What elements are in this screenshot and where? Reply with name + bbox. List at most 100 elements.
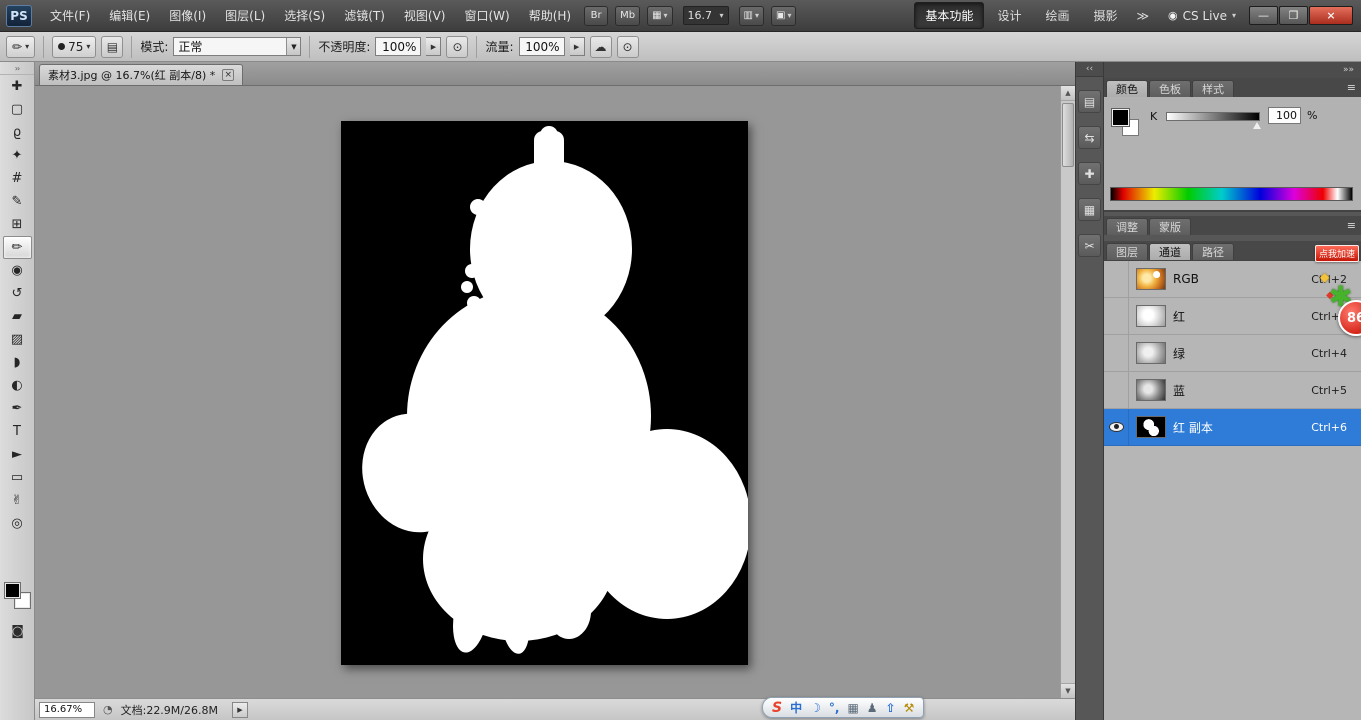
workspace-essentials[interactable]: 基本功能 bbox=[914, 2, 984, 29]
visibility-toggle[interactable] bbox=[1104, 372, 1129, 408]
channel-row-green[interactable]: 绿 Ctrl+4 bbox=[1104, 335, 1361, 372]
menu-window[interactable]: 窗口(W) bbox=[455, 0, 518, 32]
workspace-painting[interactable]: 绘画 bbox=[1034, 2, 1080, 29]
tool-preset-picker[interactable]: ✏ ▾ bbox=[6, 36, 35, 58]
arrange-documents-button[interactable]: ▦ ▾ bbox=[647, 6, 672, 26]
scrollbar-thumb[interactable] bbox=[1062, 103, 1074, 167]
opacity-field[interactable]: 100% bbox=[375, 37, 421, 56]
workspace-photography[interactable]: 摄影 bbox=[1082, 2, 1128, 29]
menu-help[interactable]: 帮助(H) bbox=[520, 0, 580, 32]
tools-panel-collapse-button[interactable]: ›› bbox=[0, 62, 34, 75]
crop-tool[interactable]: # bbox=[3, 167, 32, 190]
airbrush-toggle[interactable]: ☁ bbox=[590, 36, 612, 58]
tab-channels[interactable]: 通道 bbox=[1149, 243, 1191, 260]
sogou-logo-icon[interactable]: S bbox=[772, 700, 782, 716]
visibility-toggle[interactable] bbox=[1104, 409, 1129, 445]
workspace-overflow-button[interactable]: ≫ bbox=[1130, 9, 1155, 23]
cs-live-button[interactable]: ◉ CS Live ▾ bbox=[1168, 9, 1236, 23]
tab-styles[interactable]: 样式 bbox=[1192, 80, 1234, 97]
tab-swatches[interactable]: 色板 bbox=[1149, 80, 1191, 97]
brush-tool[interactable]: ✏ bbox=[3, 236, 32, 259]
opacity-stepper[interactable]: ▶ bbox=[426, 37, 441, 56]
rectangular-marquee-tool[interactable]: ▢ bbox=[3, 98, 32, 121]
soft-keyboard-icon[interactable]: ▦ bbox=[847, 701, 858, 715]
menu-file[interactable]: 文件(F) bbox=[41, 0, 99, 32]
restore-button[interactable]: ❐ bbox=[1279, 6, 1308, 25]
swap-arrows-panel-icon[interactable]: ⇆ bbox=[1078, 126, 1101, 149]
path-selection-tool[interactable]: ► bbox=[3, 443, 32, 466]
flow-field[interactable]: 100% bbox=[519, 37, 565, 56]
screen-mode-button[interactable]: ▣ ▾ bbox=[771, 6, 796, 26]
menu-layer[interactable]: 图层(L) bbox=[216, 0, 274, 32]
type-tool[interactable]: T bbox=[3, 420, 32, 443]
channel-row-red[interactable]: 红 Ctrl+3 bbox=[1104, 298, 1361, 335]
canvas-area[interactable]: ▲ ▼ bbox=[35, 86, 1075, 698]
close-button[interactable]: × bbox=[1309, 6, 1353, 25]
channel-row-red-copy[interactable]: 红 副本 Ctrl+6 bbox=[1104, 409, 1361, 446]
tab-adjustments[interactable]: 调整 bbox=[1106, 218, 1148, 235]
menu-image[interactable]: 图像(I) bbox=[160, 0, 215, 32]
flow-stepper[interactable]: ▶ bbox=[570, 37, 585, 56]
flow-pressure-toggle[interactable]: ⊙ bbox=[617, 36, 639, 58]
expand-dock-button[interactable]: ‹‹ bbox=[1076, 62, 1103, 77]
vertical-scrollbar[interactable]: ▲ ▼ bbox=[1060, 86, 1075, 698]
clone-stamp-tool[interactable]: ◉ bbox=[3, 259, 32, 282]
full-half-width-icon[interactable]: ☽ bbox=[810, 701, 821, 715]
menu-view[interactable]: 视图(V) bbox=[395, 0, 455, 32]
zoom-level-field[interactable]: 16.7 ▾ bbox=[683, 6, 729, 25]
status-flyout-button[interactable]: ▶ bbox=[232, 702, 248, 718]
document-tab[interactable]: 素材3.jpg @ 16.7%(红 副本/8) * × bbox=[39, 64, 243, 85]
tab-color[interactable]: 颜色 bbox=[1106, 80, 1148, 97]
k-slider-track[interactable] bbox=[1166, 112, 1260, 121]
healing-brush-tool[interactable]: ⊞ bbox=[3, 213, 32, 236]
scissors-panel-icon[interactable]: ✂ bbox=[1078, 234, 1101, 257]
gradient-tool[interactable]: ▨ bbox=[3, 328, 32, 351]
menu-edit[interactable]: 编辑(E) bbox=[100, 0, 159, 32]
dodge-tool[interactable]: ◐ bbox=[3, 374, 32, 397]
quick-selection-tool[interactable]: ✦ bbox=[3, 144, 32, 167]
panel-menu-icon[interactable]: ≡ bbox=[1347, 82, 1356, 93]
blend-mode-select[interactable]: 正常 ▼ bbox=[173, 37, 301, 56]
chinese-english-toggle-icon[interactable]: 中 bbox=[790, 699, 802, 716]
history-brush-tool[interactable]: ↺ bbox=[3, 282, 32, 305]
hand-tool[interactable]: ✌ bbox=[3, 489, 32, 512]
opacity-pressure-toggle[interactable]: ⊙ bbox=[446, 36, 468, 58]
adjustment-panel-icon[interactable]: ✚ bbox=[1078, 162, 1101, 185]
foreground-color-swatch[interactable] bbox=[1112, 109, 1129, 126]
pen-tool[interactable]: ✒ bbox=[3, 397, 32, 420]
close-icon[interactable]: × bbox=[222, 69, 234, 81]
workspace-design[interactable]: 设计 bbox=[986, 2, 1032, 29]
histogram-panel-icon[interactable]: ▦ bbox=[1078, 198, 1101, 221]
grid-panel-icon[interactable]: ▤ bbox=[1078, 90, 1101, 113]
scroll-down-icon[interactable]: ▼ bbox=[1061, 683, 1075, 698]
clipboard-icon[interactable]: ♟ bbox=[867, 701, 878, 715]
visibility-toggle[interactable] bbox=[1104, 298, 1129, 334]
lasso-tool[interactable]: ϱ bbox=[3, 121, 32, 144]
quick-mask-button[interactable]: ◙ bbox=[4, 620, 31, 642]
tab-paths[interactable]: 路径 bbox=[1192, 243, 1234, 260]
visibility-toggle[interactable] bbox=[1104, 335, 1129, 371]
promo-accelerate-tag[interactable]: 点我加速 bbox=[1315, 245, 1359, 262]
tab-layers[interactable]: 图层 bbox=[1106, 243, 1148, 260]
move-tool[interactable]: ✚ bbox=[3, 75, 32, 98]
launch-bridge-button[interactable]: Br bbox=[584, 6, 608, 26]
scroll-up-icon[interactable]: ▲ bbox=[1061, 86, 1075, 101]
zoom-tool[interactable]: ◎ bbox=[3, 512, 32, 535]
shape-tool[interactable]: ▭ bbox=[3, 466, 32, 489]
visibility-toggle[interactable] bbox=[1104, 261, 1129, 297]
minimize-button[interactable]: — bbox=[1249, 6, 1278, 25]
tab-masks[interactable]: 蒙版 bbox=[1149, 218, 1191, 235]
k-value-field[interactable]: 100 bbox=[1268, 107, 1301, 124]
brush-size-picker[interactable]: 75 ▾ bbox=[52, 36, 96, 58]
foreground-color-swatch[interactable] bbox=[4, 582, 21, 599]
toolbox-icon[interactable]: ⇧ bbox=[886, 701, 896, 715]
eraser-tool[interactable]: ▰ bbox=[3, 305, 32, 328]
toggle-brush-panel-button[interactable]: ▤ bbox=[101, 36, 123, 58]
wrench-icon[interactable]: ⚒ bbox=[904, 701, 915, 715]
color-spectrum-ramp[interactable] bbox=[1110, 187, 1353, 201]
channel-row-blue[interactable]: 蓝 Ctrl+5 bbox=[1104, 372, 1361, 409]
punctuation-icon[interactable]: °, bbox=[829, 701, 840, 715]
view-extras-button[interactable]: ▥ ▾ bbox=[739, 6, 764, 26]
panel-menu-icon[interactable]: ≡ bbox=[1347, 220, 1356, 231]
eyedropper-tool[interactable]: ✎ bbox=[3, 190, 32, 213]
